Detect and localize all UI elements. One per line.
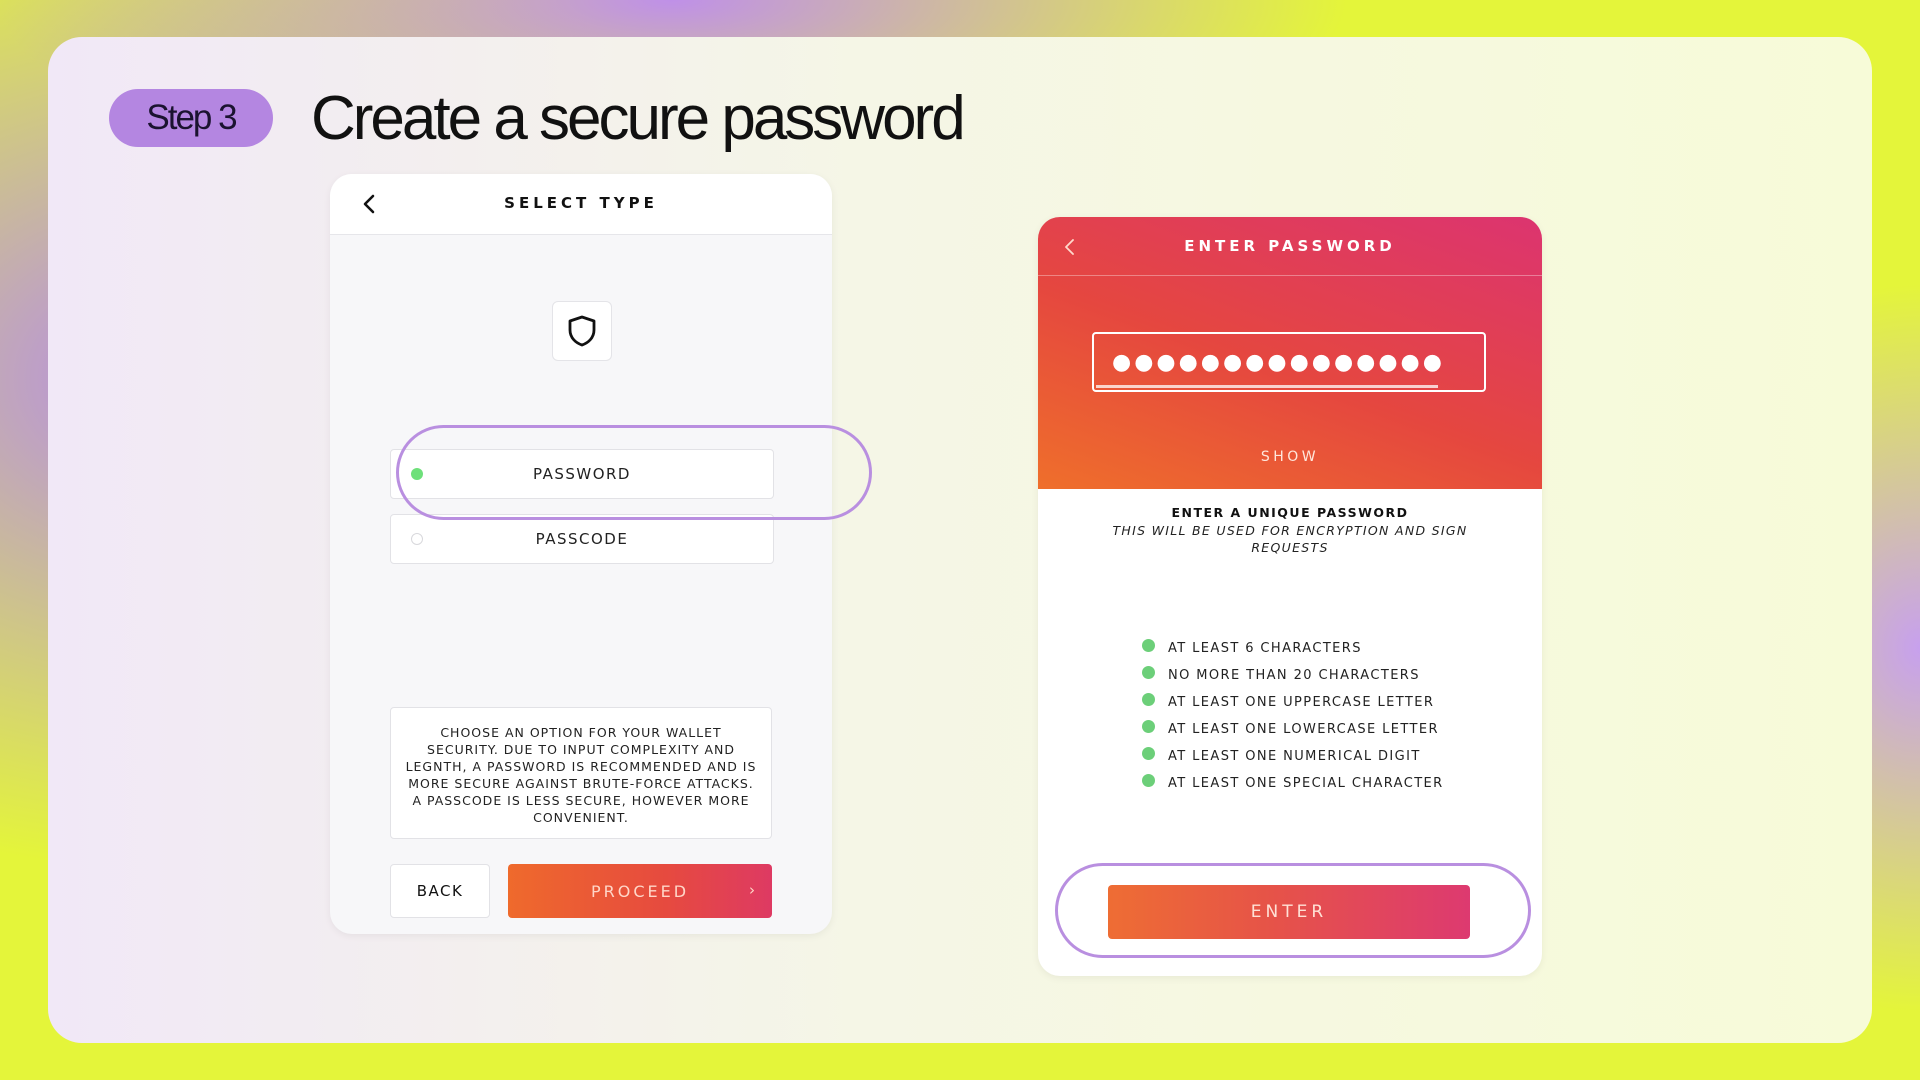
option-password[interactable]: PASSWORD [390, 449, 774, 499]
select-type-title: SELECT TYPE [504, 194, 658, 212]
requirement-text: AT LEAST ONE UPPERCASE LETTER [1168, 695, 1435, 710]
enter-password-title: ENTER PASSWORD [1184, 237, 1396, 255]
check-dot-icon [1142, 666, 1155, 679]
requirement-text: AT LEAST ONE SPECIAL CHARACTER [1168, 776, 1444, 791]
password-subheading: THIS WILL BE USED FOR ENCRYPTION AND SIG… [1112, 523, 1468, 555]
password-input-underline [1096, 385, 1438, 388]
security-info-text: CHOOSE AN OPTION FOR YOUR WALLET SECURIT… [390, 707, 772, 839]
step-badge: Step 3 [109, 89, 273, 147]
password-requirements-list: AT LEAST 6 CHARACTERS NO MORE THAN 20 CH… [1142, 637, 1444, 799]
back-button[interactable]: BACK [390, 864, 490, 918]
password-input[interactable]: ●●●●●●●●●●●●●●● [1092, 332, 1486, 392]
show-password-toggle[interactable]: SHOW [1038, 449, 1542, 465]
shield-icon [568, 315, 596, 347]
requirement-item: AT LEAST ONE NUMERICAL DIGIT [1142, 745, 1444, 772]
proceed-button[interactable]: PROCEED › [508, 864, 772, 918]
page-title: Create a secure password [311, 84, 966, 153]
check-dot-icon [1142, 639, 1155, 652]
option-passcode[interactable]: PASSCODE [390, 514, 774, 564]
requirement-item: AT LEAST ONE UPPERCASE LETTER [1142, 691, 1444, 718]
password-header-panel: ENTER PASSWORD ●●●●●●●●●●●●●●● SHOW [1038, 217, 1542, 489]
requirement-text: AT LEAST ONE LOWERCASE LETTER [1168, 722, 1439, 737]
option-password-label: PASSWORD [532, 465, 631, 483]
check-dot-icon [1142, 720, 1155, 733]
password-masked-value: ●●●●●●●●●●●●●●● [1112, 350, 1445, 375]
requirement-item: AT LEAST ONE SPECIAL CHARACTER [1142, 772, 1444, 799]
select-type-screen: SELECT TYPE PASSWORD PASSCODE CHOOSE AN … [330, 174, 832, 934]
requirement-item: NO MORE THAN 20 CHARACTERS [1142, 664, 1444, 691]
shield-icon-box [552, 301, 612, 361]
requirement-text: NO MORE THAN 20 CHARACTERS [1168, 668, 1420, 683]
enter-password-header: ENTER PASSWORD [1038, 217, 1542, 276]
requirement-item: AT LEAST ONE LOWERCASE LETTER [1142, 718, 1444, 745]
proceed-button-label: PROCEED [590, 881, 690, 901]
password-heading: ENTER A UNIQUE PASSWORD [1171, 505, 1409, 520]
check-dot-icon [1142, 747, 1155, 760]
option-passcode-label: PASSCODE [535, 530, 629, 548]
requirement-text: AT LEAST ONE NUMERICAL DIGIT [1168, 749, 1421, 764]
chevron-right-icon: › [749, 881, 758, 899]
enter-button[interactable]: ENTER [1108, 885, 1470, 939]
enter-password-screen: ENTER PASSWORD ●●●●●●●●●●●●●●● SHOW ENTE… [1038, 217, 1542, 976]
select-type-header: SELECT TYPE [330, 174, 832, 235]
check-dot-icon [1142, 693, 1155, 706]
slide-card: Step 3 Create a secure password [48, 37, 1872, 1043]
check-dot-icon [1142, 774, 1155, 787]
requirement-text: AT LEAST 6 CHARACTERS [1168, 641, 1362, 656]
requirement-item: AT LEAST 6 CHARACTERS [1142, 637, 1444, 664]
